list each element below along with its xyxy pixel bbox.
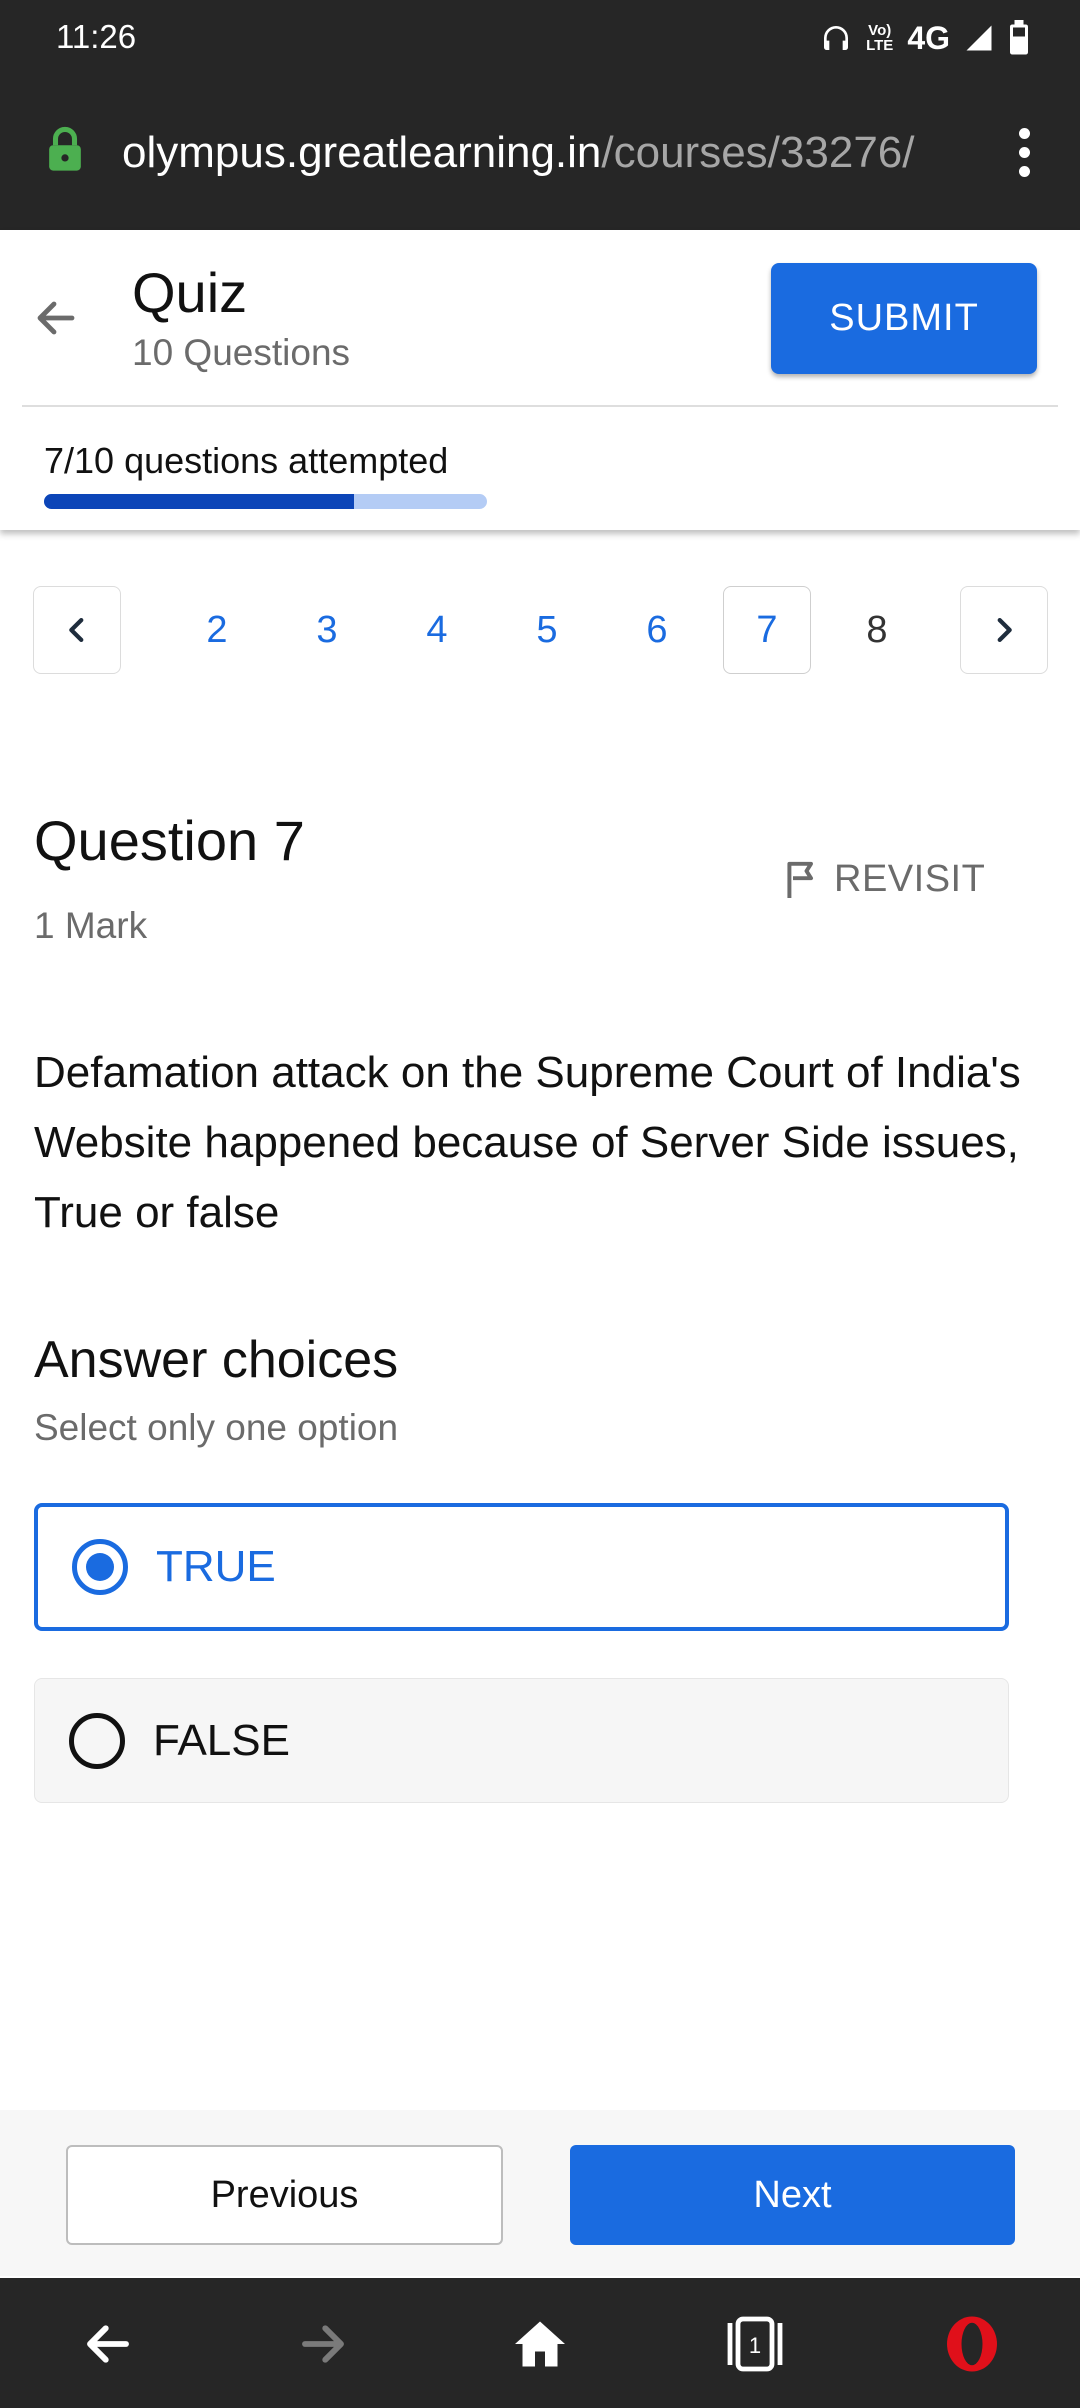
more-options-icon[interactable]	[1014, 128, 1034, 178]
browser-forward-button[interactable]	[283, 2304, 363, 2384]
question-title: Question 7	[34, 809, 305, 872]
page-5[interactable]: 5	[503, 586, 591, 674]
page-7-current[interactable]: 7	[723, 586, 811, 674]
tabs-button[interactable]: 1	[715, 2304, 795, 2384]
submit-button[interactable]: SUBMIT	[771, 263, 1037, 374]
flag-icon	[787, 861, 813, 898]
clock: 11:26	[56, 18, 137, 55]
answer-choices-heading: Answer choices	[34, 1331, 399, 1389]
pager-prev-button[interactable]	[33, 586, 121, 674]
page-title: Quiz	[132, 261, 248, 324]
chevron-left-icon	[69, 617, 84, 643]
revisit-label: REVISIT	[834, 858, 986, 900]
signal-icon	[966, 25, 992, 51]
opera-menu-button[interactable]	[932, 2304, 1012, 2384]
progress-fill	[44, 494, 355, 509]
battery-icon	[1010, 20, 1028, 55]
headphones-icon	[824, 26, 849, 50]
next-button[interactable]: Next	[570, 2145, 1015, 2245]
opera-logo-icon	[947, 2316, 997, 2372]
option-false[interactable]: FALSE	[34, 1678, 1009, 1803]
question-count: 10 Questions	[132, 332, 351, 373]
revisit-button[interactable]: REVISIT	[784, 858, 985, 901]
pager-next-button[interactable]	[960, 586, 1048, 674]
radio-unselected-icon	[69, 1712, 125, 1769]
arrow-left-icon	[87, 2325, 129, 2363]
home-button[interactable]	[500, 2304, 580, 2384]
page-4[interactable]: 4	[393, 586, 481, 674]
lock-icon	[49, 126, 81, 171]
browser-bottom-bar: 1	[0, 2278, 1080, 2408]
option-label: FALSE	[153, 1715, 290, 1765]
question-footer: Previous Next	[0, 2110, 1080, 2276]
arrow-right-icon	[302, 2325, 344, 2363]
question-pager: 2 3 4 5 6 7 8	[0, 586, 1080, 674]
url-path: /courses/33276/	[601, 128, 915, 177]
question-marks: 1 Mark	[34, 905, 148, 946]
home-icon	[515, 2321, 565, 2367]
quiz-header: Quiz 10 Questions SUBMIT 7/10 questions …	[0, 230, 1080, 530]
question-text: Defamation attack on the Supreme Court o…	[34, 1048, 1021, 1237]
header-divider	[22, 405, 1058, 407]
option-true[interactable]: TRUE	[34, 1503, 1009, 1631]
volte-icon: Vo) LTE	[866, 22, 894, 54]
network-type: 4G	[907, 19, 950, 56]
attempted-progress-bar	[44, 494, 487, 509]
status-bar: 11:26 Vo) LTE 4G	[0, 0, 1080, 76]
browser-url-bar: olympus.greatlearning.in/courses/33276/	[0, 76, 1080, 230]
page-6[interactable]: 6	[613, 586, 701, 674]
chevron-right-icon	[997, 617, 1012, 643]
previous-button[interactable]: Previous	[66, 2145, 503, 2245]
answer-help-text: Select only one option	[34, 1407, 399, 1448]
url-domain: olympus.greatlearning.in	[122, 128, 602, 177]
back-arrow-icon[interactable]	[32, 294, 80, 342]
tabs-icon: 1	[727, 2316, 783, 2372]
page-2[interactable]: 2	[173, 586, 261, 674]
page-3[interactable]: 3	[283, 586, 371, 674]
attempted-text: 7/10 questions attempted	[44, 440, 449, 481]
svg-text:1: 1	[749, 2333, 761, 2358]
radio-selected-icon	[72, 1539, 128, 1595]
browser-back-button[interactable]	[68, 2304, 148, 2384]
option-label: TRUE	[156, 1542, 276, 1591]
address-field[interactable]: olympus.greatlearning.in/courses/33276/	[122, 128, 914, 178]
page-8[interactable]: 8	[833, 586, 921, 674]
status-icons: Vo) LTE 4G	[820, 16, 1030, 60]
